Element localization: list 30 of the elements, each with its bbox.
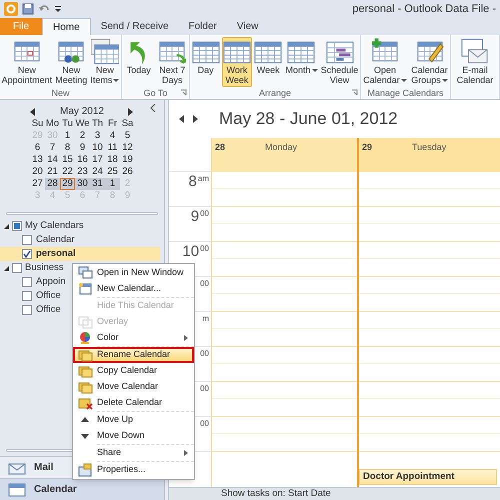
- status-text: Show tasks on: Start Date: [221, 486, 331, 500]
- weekday-label: Th: [90, 118, 104, 130]
- weekday-label: Sa: [120, 118, 134, 130]
- day-name: Tuesday: [412, 141, 446, 154]
- weekday-label: Tu: [61, 118, 74, 130]
- weekday-label: We: [75, 118, 90, 130]
- minute-label: 00: [200, 244, 209, 255]
- minute-label: 00: [200, 384, 209, 395]
- month-label: May 2012: [60, 105, 104, 119]
- group-label: Manage Calendars: [367, 88, 444, 98]
- minute-label: m: [202, 314, 209, 325]
- window-title: personal - Outlook Data File -: [352, 2, 496, 17]
- group-label: Arrange: [258, 88, 292, 98]
- group-label: New: [51, 88, 70, 98]
- minute-label: 00: [200, 209, 209, 220]
- day-number: 28: [215, 141, 226, 154]
- day-number: 29: [362, 141, 372, 154]
- minute-label: 00: [200, 349, 209, 360]
- minute-label: am: [198, 174, 209, 185]
- hour-label: 9: [190, 209, 200, 227]
- hour-label: 8: [188, 174, 197, 192]
- weekday-label: Su: [30, 118, 44, 130]
- minute-label: 00: [200, 279, 209, 290]
- date-range-title: May 28 - June 01, 2012: [219, 108, 398, 130]
- weekday-label: Fr: [107, 118, 118, 130]
- minute-label: 00: [200, 419, 209, 430]
- group-label: Go To: [144, 88, 168, 98]
- hour-label: 10: [182, 244, 200, 262]
- weekday-label: Mo: [45, 118, 60, 130]
- day-name: Monday: [265, 141, 298, 154]
